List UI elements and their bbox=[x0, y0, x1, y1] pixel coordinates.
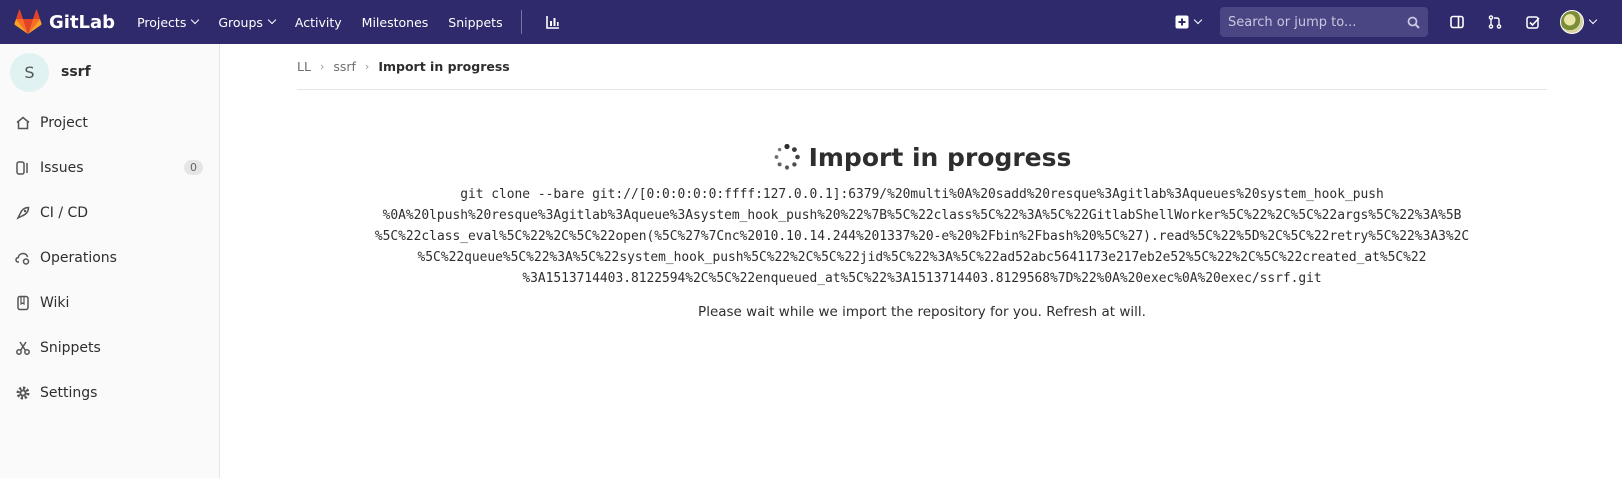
nav-snippets-label: Snippets bbox=[448, 14, 503, 30]
scissors-icon bbox=[16, 341, 30, 355]
sidebar-item-label: Settings bbox=[40, 384, 98, 401]
nav-milestones-label: Milestones bbox=[361, 14, 429, 30]
breadcrumb-item-project[interactable]: ssrf bbox=[333, 59, 356, 74]
clone-command-line: %3A1513714403.8122594%2C%5C%22enqueued_a… bbox=[522, 271, 1322, 286]
gear-icon bbox=[16, 386, 30, 399]
merge-request-icon[interactable] bbox=[1476, 0, 1514, 44]
sidebar-item-wiki[interactable]: Wiki bbox=[0, 280, 219, 325]
clone-command-line: git clone --bare git://[0:0:0:0:0:ffff:1… bbox=[460, 187, 1384, 202]
nav-snippets[interactable]: Snippets bbox=[438, 0, 512, 44]
sidebar-project-header[interactable]: S ssrf bbox=[0, 44, 219, 100]
sidebar-item-settings[interactable]: Settings bbox=[0, 370, 219, 415]
nav-activity-label: Activity bbox=[294, 14, 342, 30]
sidebar-toggle-icon[interactable] bbox=[1438, 0, 1476, 44]
nav-milestones[interactable]: Milestones bbox=[352, 0, 439, 44]
clone-command-line: %5C%22queue%5C%22%3A%5C%22system_hook_pu… bbox=[417, 250, 1427, 265]
sidebar-item-project[interactable]: Project bbox=[0, 100, 219, 145]
wait-message: Please wait while we import the reposito… bbox=[698, 304, 1146, 320]
plus-square-icon bbox=[1175, 15, 1189, 29]
sidebar-item-label: Operations bbox=[40, 249, 117, 266]
clone-command-line: %0A%20lpush%20resque%3Agitlab%3Aqueue%3A… bbox=[382, 208, 1462, 223]
brand-name: GitLab bbox=[49, 11, 116, 33]
chevron-down-icon bbox=[191, 15, 200, 25]
nav-divider bbox=[520, 10, 522, 34]
sidebar-item-operations[interactable]: Operations bbox=[0, 235, 219, 280]
sidebar-item-label: CI / CD bbox=[40, 204, 89, 221]
analytics-chart-icon[interactable] bbox=[534, 0, 572, 44]
nav-groups[interactable]: Groups bbox=[208, 0, 285, 44]
rocket-icon bbox=[16, 206, 30, 220]
user-menu[interactable] bbox=[1560, 10, 1598, 34]
new-item-dropdown[interactable] bbox=[1166, 0, 1210, 44]
breadcrumb-item-group[interactable]: LL bbox=[297, 59, 311, 74]
nav-projects[interactable]: Projects bbox=[127, 0, 208, 44]
sidebar-item-cicd[interactable]: CI / CD bbox=[0, 190, 219, 235]
issues-count-badge: 0 bbox=[184, 160, 203, 175]
nav-activity[interactable]: Activity bbox=[285, 0, 352, 44]
sidebar-item-issues[interactable]: Issues 0 bbox=[0, 145, 219, 190]
chevron-down-icon bbox=[1193, 15, 1203, 25]
user-avatar bbox=[1560, 10, 1584, 34]
clone-command-block: git clone --bare git://[0:0:0:0:0:ffff:1… bbox=[297, 184, 1547, 289]
sidebar-item-label: Project bbox=[40, 114, 88, 131]
breadcrumb-current[interactable]: Import in progress bbox=[378, 59, 509, 74]
issues-icon bbox=[16, 160, 28, 175]
sidebar-item-snippets[interactable]: Snippets bbox=[0, 325, 219, 370]
breadcrumb: LL › ssrf › Import in progress bbox=[297, 44, 1547, 90]
spinner-icon bbox=[774, 143, 800, 170]
chevron-right-icon: › bbox=[364, 60, 370, 73]
todo-check-icon[interactable] bbox=[1514, 0, 1552, 44]
sidebar-item-label: Issues bbox=[40, 159, 84, 176]
page-title: Import in progress bbox=[808, 142, 1072, 172]
sidebar-item-label: Wiki bbox=[40, 294, 70, 311]
import-header: Import in progress bbox=[297, 138, 1547, 176]
search-box[interactable] bbox=[1220, 7, 1428, 37]
cloud-gear-icon bbox=[15, 252, 30, 265]
project-sidebar: S ssrf Project Issues 0 CI / CD Operatio… bbox=[0, 44, 220, 478]
book-icon bbox=[17, 295, 29, 310]
nav-groups-label: Groups bbox=[218, 14, 263, 30]
project-name: ssrf bbox=[61, 64, 91, 80]
nav-projects-label: Projects bbox=[137, 14, 187, 30]
chevron-down-icon bbox=[267, 15, 277, 25]
home-icon bbox=[16, 116, 30, 129]
top-navbar: GitLab Projects Groups Activity Mileston… bbox=[0, 0, 1622, 44]
clone-command-text: git clone --bare git://[0:0:0:0:0:ffff:1… bbox=[325, 184, 1520, 289]
search-icon bbox=[1407, 16, 1420, 29]
gitlab-home-link[interactable]: GitLab bbox=[14, 0, 127, 44]
search-input[interactable] bbox=[1228, 14, 1407, 30]
chevron-right-icon: › bbox=[319, 60, 325, 73]
chevron-down-icon bbox=[1588, 15, 1598, 25]
gitlab-logo-icon bbox=[14, 9, 42, 34]
project-avatar: S bbox=[10, 52, 49, 92]
sidebar-item-label: Snippets bbox=[40, 339, 101, 356]
clone-command-line: %5C%22class_eval%5C%22%2C%5C%22open(%5C%… bbox=[374, 229, 1470, 244]
